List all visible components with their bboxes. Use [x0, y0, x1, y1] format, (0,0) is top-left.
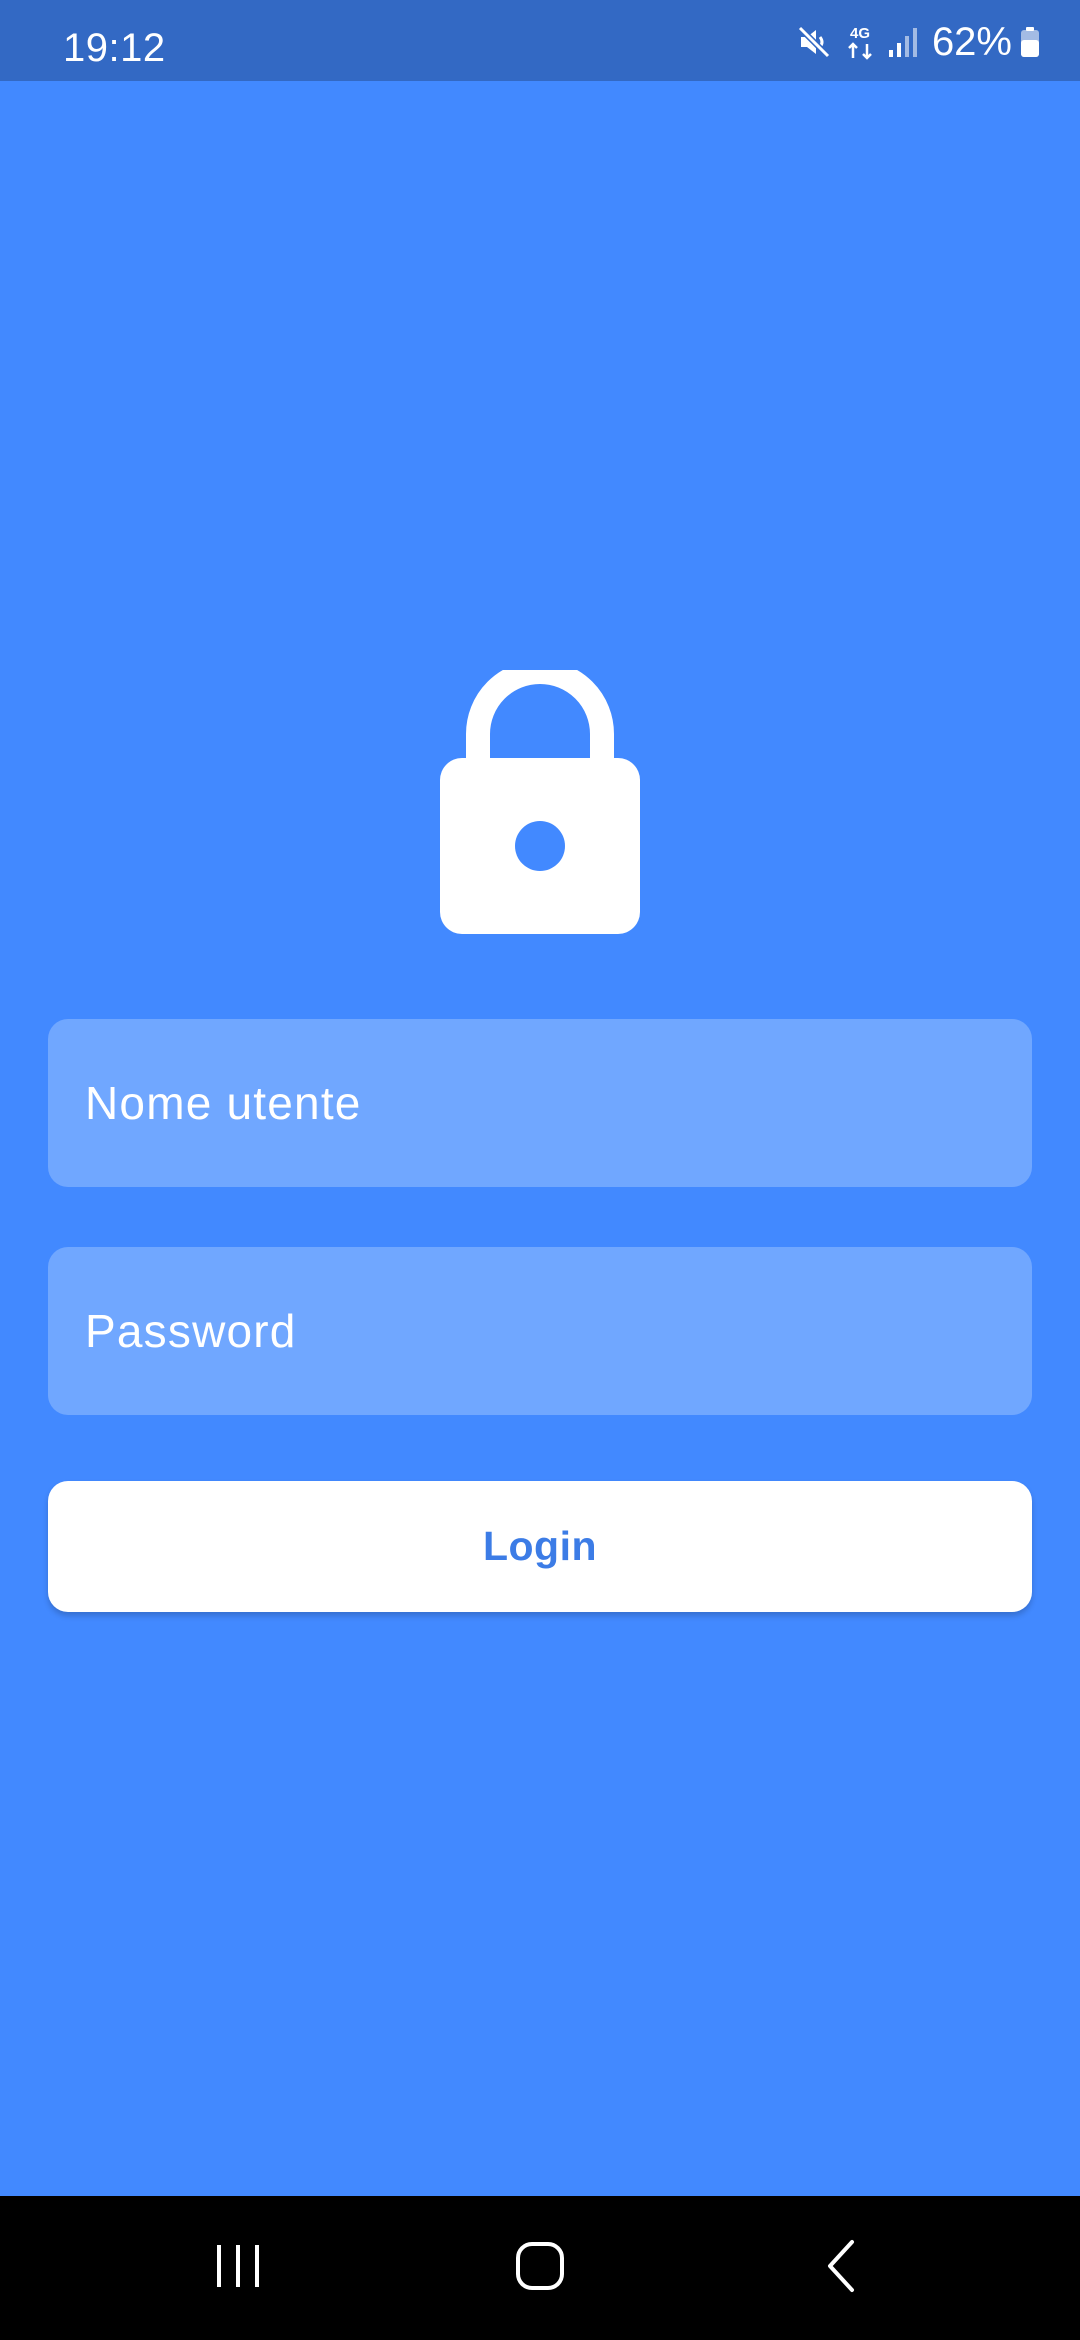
battery-icon	[1020, 26, 1040, 58]
recents-button[interactable]	[138, 2196, 338, 2340]
navigation-bar	[0, 2196, 1080, 2340]
lock-icon	[438, 660, 642, 936]
mute-icon	[796, 24, 832, 60]
status-icons: 4G 62%	[796, 19, 1040, 64]
username-field[interactable]	[48, 1019, 1032, 1187]
battery-percent: 62%	[931, 19, 1012, 64]
password-input[interactable]	[85, 1304, 1032, 1358]
status-bar: 19:12 4G 62%	[0, 0, 1080, 81]
recents-icon	[213, 2241, 263, 2296]
home-icon	[514, 2240, 566, 2297]
login-screen: 19:12 4G 62% Nome utente Login	[0, 0, 1080, 2340]
signal-icon	[888, 26, 918, 58]
password-field[interactable]	[48, 1247, 1032, 1415]
4g-data-icon: 4G	[844, 22, 876, 62]
login-button[interactable]: Login	[48, 1481, 1032, 1612]
svg-text:4G: 4G	[850, 25, 870, 42]
status-time: 19:12	[63, 26, 166, 70]
username-input[interactable]	[85, 1076, 1032, 1130]
home-button[interactable]	[440, 2196, 640, 2340]
back-button[interactable]	[742, 2196, 942, 2340]
back-arrow-icon	[822, 2238, 862, 2299]
